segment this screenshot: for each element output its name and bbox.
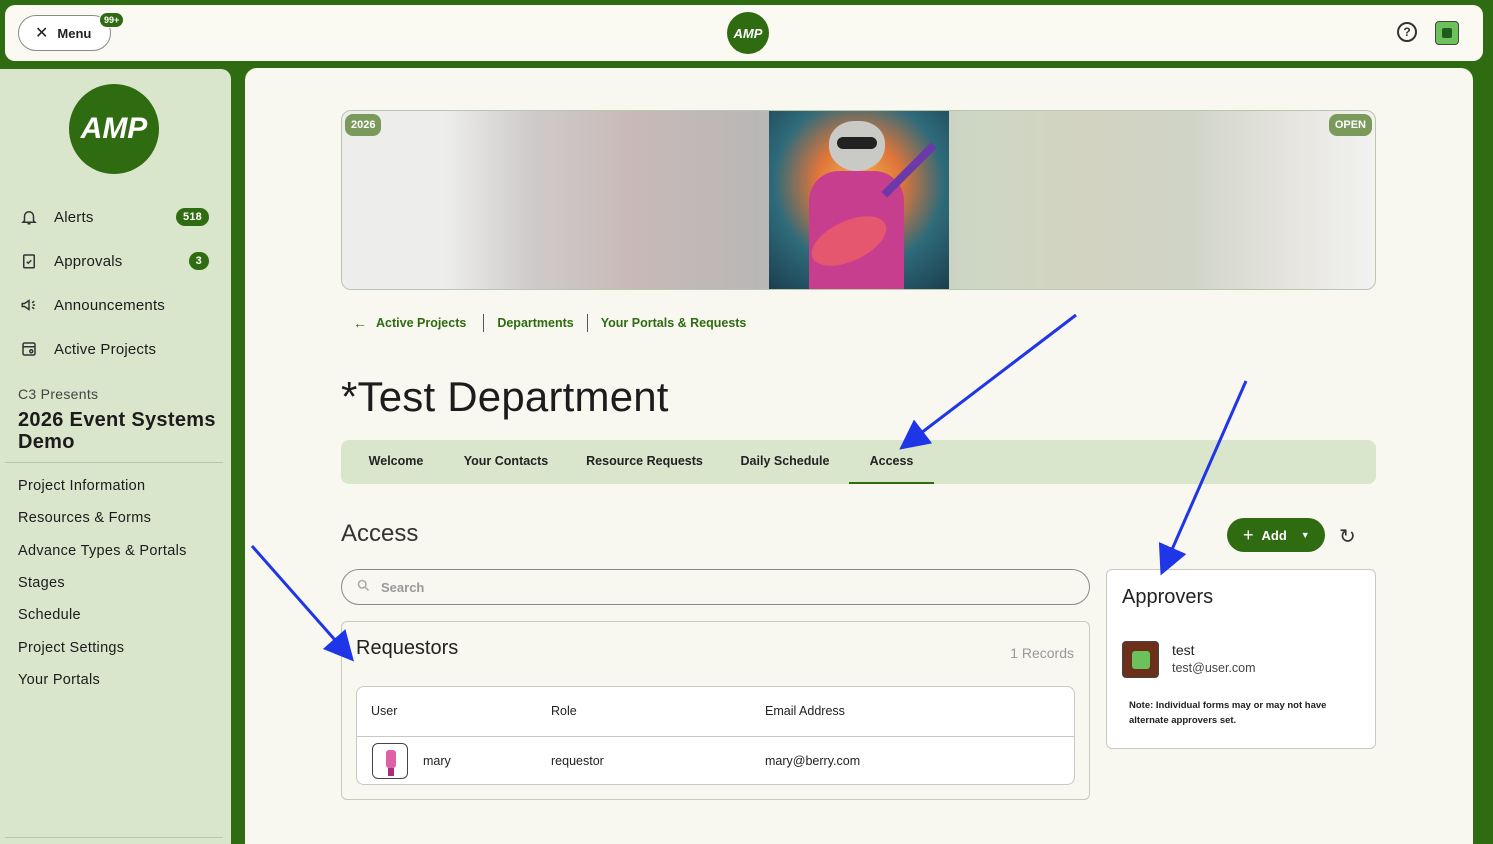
table-cell-role[interactable]: requestor [551,754,604,768]
help-icon[interactable]: ? [1397,22,1417,42]
page-title: *Test Department [341,373,669,420]
plus-icon: + [1243,524,1254,545]
refresh-icon[interactable]: ↻ [1339,524,1356,549]
column-header-role[interactable]: Role [551,704,577,718]
tab-access[interactable]: Access [849,440,934,484]
search-field[interactable] [341,569,1090,605]
menu-button[interactable]: ✕ Menu [18,15,111,51]
user-avatar[interactable] [1435,21,1459,45]
sidebar-item-announcements[interactable]: Announcements [18,290,213,320]
sidebar-link-resources-forms[interactable]: Resources & Forms [18,510,151,526]
arrow-left-icon[interactable]: ← [353,315,367,331]
sidebar-link-project-information[interactable]: Project Information [18,478,145,494]
breadcrumb-active-projects[interactable]: Active Projects [376,316,466,330]
column-header-user[interactable]: User [371,704,397,718]
chevron-down-icon: ▼ [1300,530,1310,540]
sidebar-item-approvals[interactable]: Approvals 3 [18,246,213,276]
breadcrumb-your-portals[interactable]: Your Portals & Requests [601,316,747,330]
tab-your-contacts[interactable]: Your Contacts [454,440,558,484]
sidebar-link-project-settings[interactable]: Project Settings [18,640,124,656]
sidebar-item-label: Active Projects [54,340,157,358]
records-count: 1 Records [1010,645,1074,661]
section-title: Access [341,520,419,547]
approvers-title: Approvers [1122,586,1214,608]
table-divider [357,736,1074,737]
alerts-count-badge: 518 [176,208,209,226]
projects-icon [18,338,40,360]
avatar [1122,641,1159,678]
sidebar-item-label: Approvals [54,252,123,270]
tab-bar: Welcome Your Contacts Resource Requests … [341,440,1376,484]
status-chip: OPEN [1328,114,1372,136]
banner-image [769,111,949,289]
bell-icon [18,206,40,228]
table-cell-email[interactable]: mary@berry.com [765,754,860,768]
year-chip: 2026 [345,114,382,136]
app-logo[interactable]: AMP [727,12,769,54]
requestors-card: Requestors 1 Records User Role Email Add… [341,621,1090,800]
project-subtitle: C3 Presents [18,386,99,402]
banner-guitar-neck [881,142,937,198]
column-header-email[interactable]: Email Address [765,704,845,718]
table-cell-user[interactable]: mary [423,754,451,768]
requestors-title: Requestors [356,637,459,659]
approver-email: test@user.com [1172,661,1256,675]
close-icon: ✕ [35,25,49,42]
tab-resource-requests[interactable]: Resource Requests [577,440,712,484]
breadcrumb-separator [586,314,588,332]
project-title: 2026 Event Systems Demo [18,409,216,453]
approvals-count-badge: 3 [188,252,209,270]
approvers-card: Approvers test test@user.com Note: Indiv… [1106,569,1376,749]
search-icon [356,578,371,597]
requestors-table: User Role Email Address mary requestor m… [356,686,1075,785]
sidebar-link-your-portals[interactable]: Your Portals [18,672,100,688]
sidebar-divider [5,837,223,838]
sidebar: AMP Alerts 518 Approvals 3 Announcements… [0,69,231,844]
breadcrumb-separator [483,314,485,332]
breadcrumb-departments[interactable]: Departments [497,316,573,330]
sidebar-item-alerts[interactable]: Alerts 518 [18,202,213,232]
sidebar-item-active-projects[interactable]: Active Projects [18,334,213,364]
sidebar-link-advance-types-portals[interactable]: Advance Types & Portals [18,543,187,559]
approvers-note: Note: Individual forms may or may not ha… [1129,700,1327,726]
sidebar-item-label: Alerts [54,208,94,226]
banner-figure-mask [837,137,877,149]
top-bar: ✕ Menu 99+ AMP ? [5,5,1483,61]
breadcrumb: ← Active Projects Departments Your Porta… [353,314,746,332]
main-content: 2026 OPEN ← Active Projects Departments … [245,68,1473,844]
sidebar-divider [5,462,223,463]
menu-label: Menu [57,25,92,41]
tab-daily-schedule[interactable]: Daily Schedule [731,440,839,484]
notification-badge: 99+ [99,12,125,28]
tab-welcome[interactable]: Welcome [355,440,437,484]
megaphone-icon [18,294,40,316]
sidebar-item-label: Announcements [54,296,166,314]
add-button[interactable]: + Add ▼ [1227,518,1325,552]
avatar [372,743,408,779]
sidebar-link-schedule[interactable]: Schedule [18,607,81,623]
approver-name[interactable]: test [1172,642,1195,658]
add-label: Add [1261,527,1287,543]
project-banner: 2026 OPEN [341,110,1376,290]
sidebar-link-stages[interactable]: Stages [18,575,65,591]
search-input[interactable] [381,579,981,595]
sidebar-logo[interactable]: AMP [69,84,159,174]
clipboard-check-icon [18,250,40,272]
